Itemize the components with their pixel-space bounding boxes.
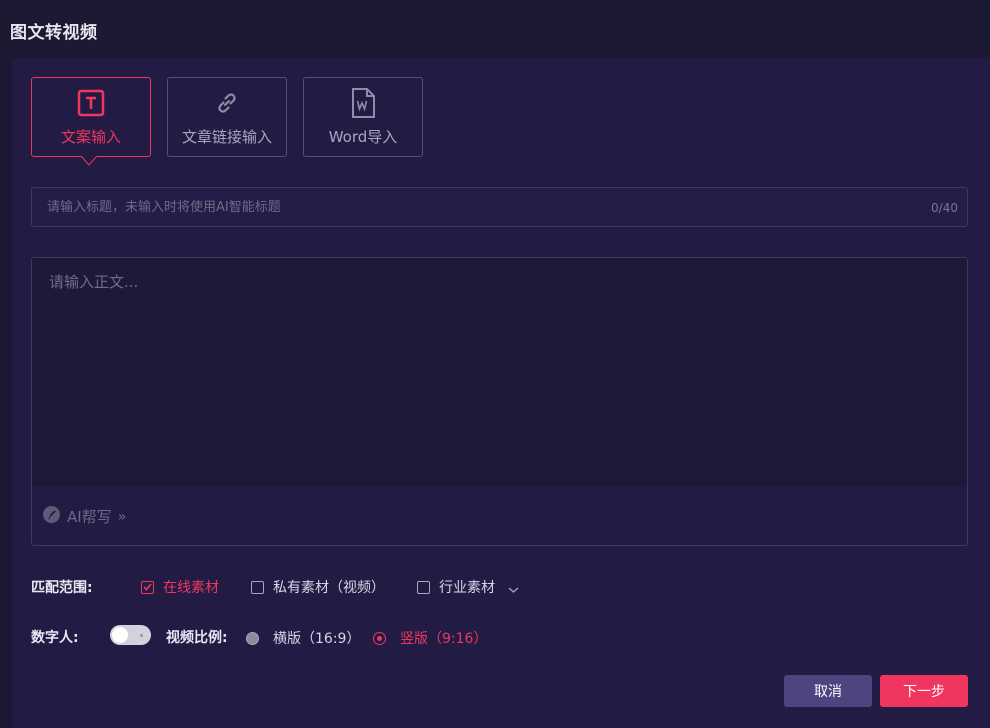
match-scope-label: 匹配范围: [31,580,93,596]
title-bar: 图文转视频 [0,0,990,58]
radio-label: 竖版（9:16） [400,631,488,647]
title-char-count: 0/40 [931,201,958,215]
link-icon [213,88,241,118]
checkbox-industry-materials[interactable]: 行业素材 [417,577,495,597]
body-input-container: AI帮写 » [31,257,968,546]
ai-write-label: AI帮写 [67,508,112,526]
toggle-off-indicator [140,634,143,637]
digital-human-toggle[interactable] [110,625,151,645]
radio-unchecked-icon [246,631,259,645]
checkbox-label: 行业素材 [439,580,495,596]
double-chevron-right-icon: » [117,508,127,525]
radio-label: 横版（16:9） [273,631,361,647]
toggle-knob [112,627,128,643]
ai-pen-icon [42,505,61,528]
tab-label: 文章链接输入 [181,128,272,146]
video-ratio-label: 视频比例: [166,630,228,646]
tab-label: 文案输入 [60,128,121,146]
checkbox-online-materials[interactable]: 在线素材 [141,577,219,597]
tab-word-import[interactable]: Word导入 [303,77,423,157]
ai-write-button[interactable]: AI帮写 » [42,505,126,528]
page-title: 图文转视频 [10,23,98,43]
text-t-icon [77,88,105,118]
radio-checked-icon [373,631,386,645]
body-textarea[interactable] [32,258,967,486]
tab-text-input[interactable]: 文案输入 [31,77,151,157]
checkbox-checked-icon [141,580,154,594]
radio-portrait[interactable]: 竖版（9:16） [373,628,487,648]
checkbox-label: 在线素材 [163,580,219,596]
title-input[interactable] [32,188,912,226]
checkbox-icon [251,580,264,594]
chevron-down-icon[interactable] [508,579,519,598]
word-file-icon [349,88,377,118]
next-step-button[interactable]: 下一步 [880,675,968,707]
radio-landscape[interactable]: 横版（16:9） [246,628,360,648]
checkbox-icon [417,580,430,594]
cancel-button[interactable]: 取消 [784,675,872,707]
checkbox-label: 私有素材（视频） [273,580,385,596]
tab-label: Word导入 [328,128,398,146]
tab-pointer-arrow [81,156,97,166]
tab-article-link-input[interactable]: 文章链接输入 [167,77,287,157]
checkbox-private-materials[interactable]: 私有素材（视频） [251,577,385,597]
title-input-container: 0/40 [31,187,968,227]
digital-human-label: 数字人: [31,630,79,646]
